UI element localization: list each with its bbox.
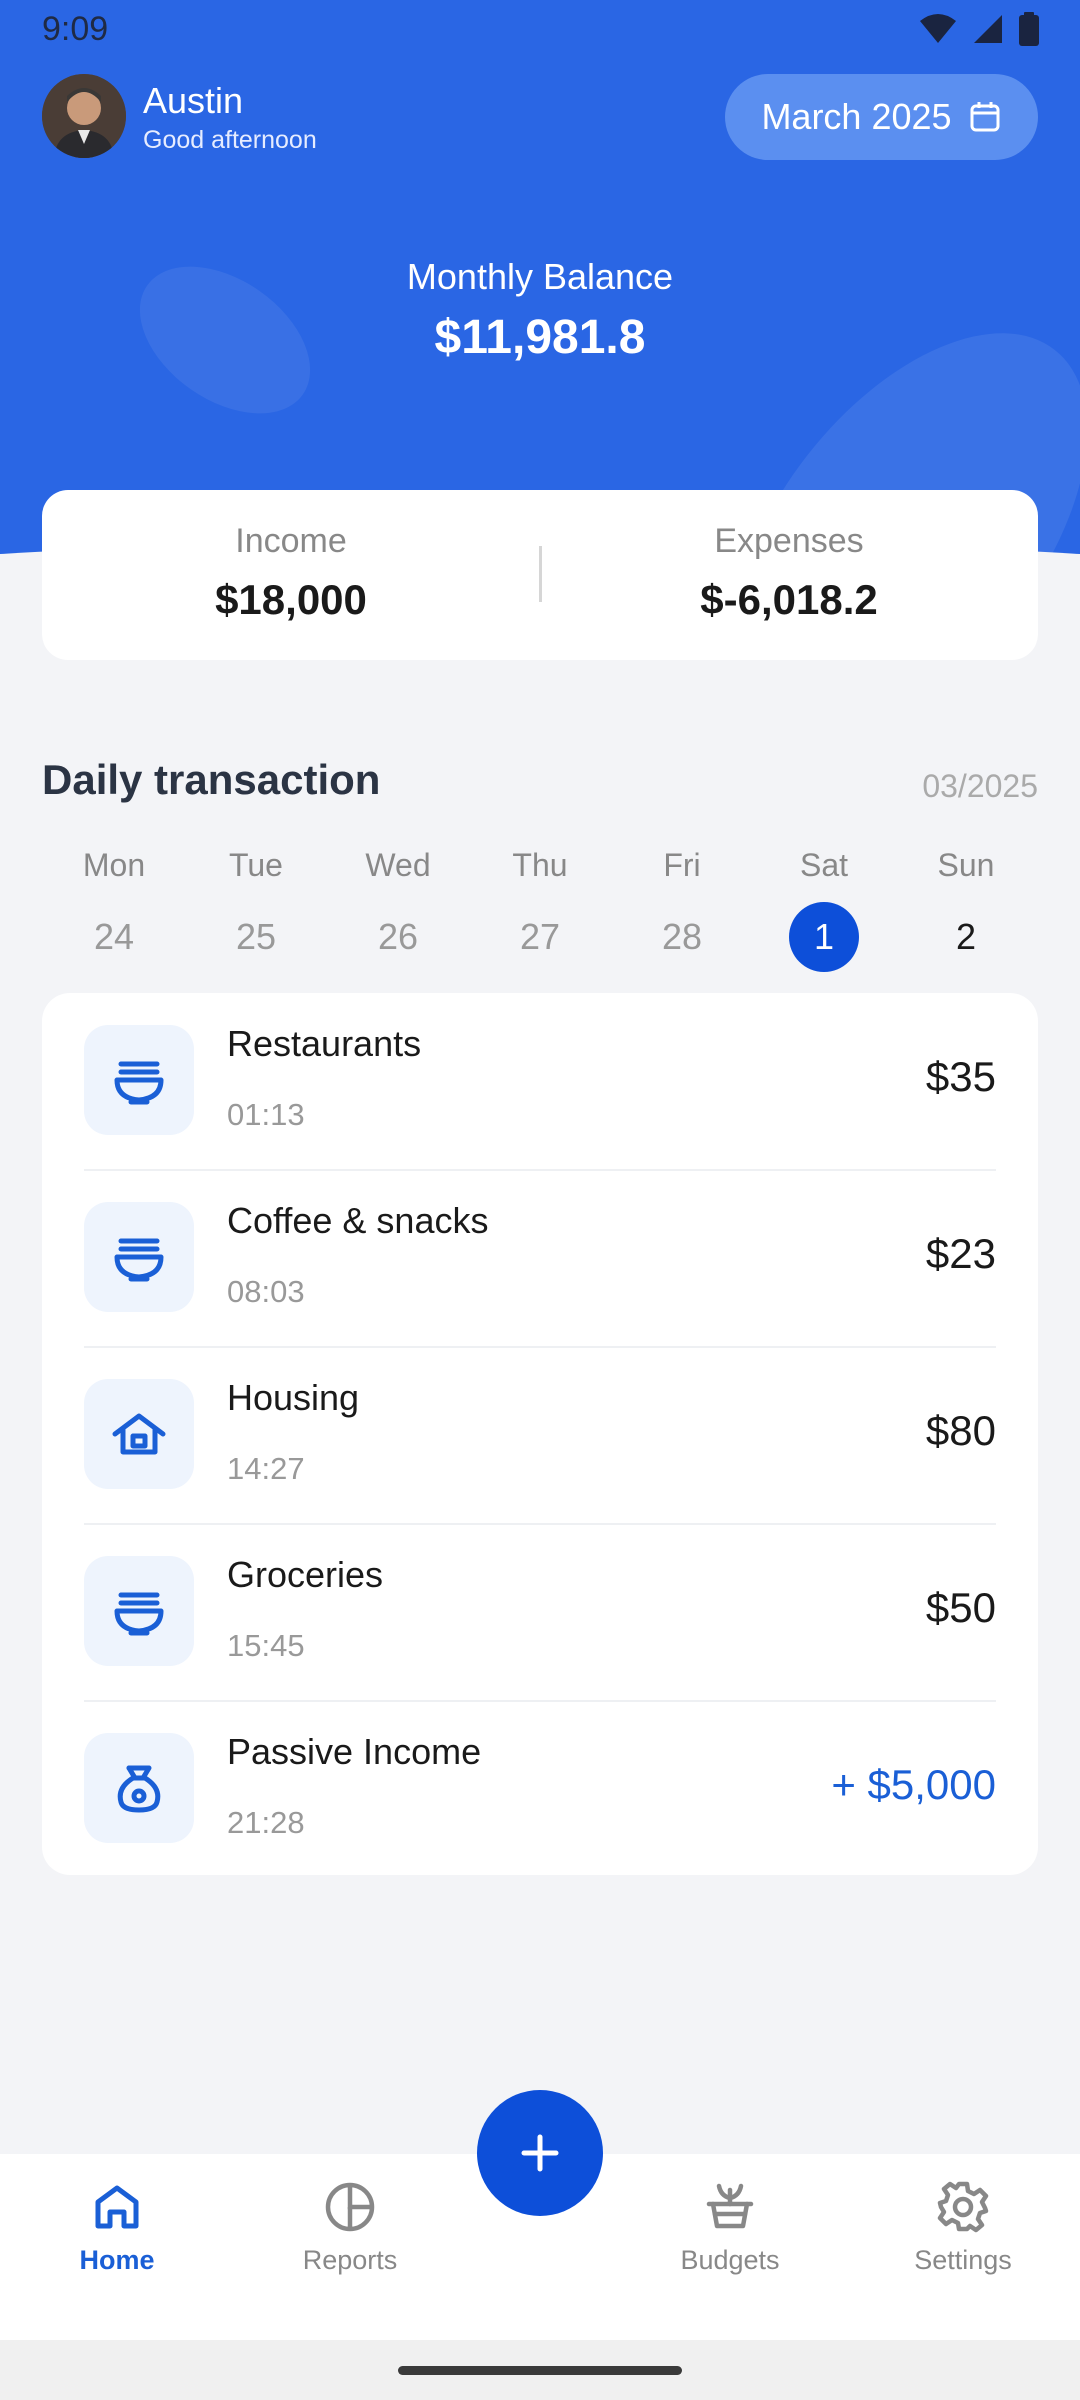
nav-label: Budgets [680, 2245, 780, 2275]
transaction-item[interactable]: Coffee & snacks 08:03 $23 [84, 1170, 996, 1347]
day-name: Wed [365, 847, 431, 883]
nav-label: Settings [914, 2245, 1012, 2275]
expenses-value: $-6,018.2 [700, 576, 878, 623]
transaction-amount: + $5,000 [831, 1761, 996, 1808]
plant-pot-icon [706, 2183, 754, 2229]
transaction-amount: $80 [925, 1407, 996, 1454]
home-icon [95, 2185, 139, 2229]
plus-icon [521, 2134, 559, 2172]
transaction-item[interactable]: Housing 14:27 $80 [84, 1347, 996, 1524]
status-time: 9:09 [42, 10, 109, 48]
day-name: Fri [663, 847, 701, 883]
section-title: Daily transaction [42, 756, 381, 803]
day-tue[interactable]: Tue 25 [196, 840, 316, 972]
expenses-label: Expenses [714, 522, 864, 560]
day-thu[interactable]: Thu 27 [480, 840, 600, 972]
wifi-icon [920, 14, 956, 43]
day-date: 25 [235, 916, 277, 957]
battery-icon [1019, 12, 1039, 46]
money-bag-icon [84, 1733, 194, 1843]
day-name: Mon [82, 847, 146, 883]
bowl-icon [84, 1556, 194, 1666]
transaction-name: Housing [227, 1377, 360, 1418]
summary-card: Income $18,000 Expenses $-6,018.2 [42, 490, 1038, 660]
balance-value: $11,981.8 [434, 311, 646, 364]
transaction-time: 14:27 [227, 1451, 305, 1486]
transaction-item[interactable]: Passive Income 21:28 + $5,000 [84, 1701, 996, 1878]
transaction-item[interactable]: Groceries 15:45 $50 [84, 1524, 996, 1701]
gear-icon [937, 2181, 989, 2233]
day-sun[interactable]: Sun 2 [906, 840, 1026, 972]
day-mon[interactable]: Mon 24 [54, 840, 174, 972]
add-transaction-button[interactable] [477, 2090, 603, 2216]
transaction-amount: $50 [925, 1584, 996, 1631]
day-name: Sat [799, 847, 849, 883]
day-fri[interactable]: Fri 28 [622, 840, 742, 972]
day-sat-selected[interactable]: Sat 1 [764, 840, 884, 972]
balance-label: Monthly Balance [406, 256, 674, 297]
transaction-amount: $35 [925, 1053, 996, 1100]
transaction-list: Restaurants 01:13 $35 Coffee & snacks 08… [42, 993, 1038, 1875]
transaction-time: 01:13 [227, 1097, 305, 1132]
day-date: 1 [789, 902, 859, 972]
income-label: Income [235, 522, 347, 560]
transaction-item[interactable]: Restaurants 01:13 $35 [84, 993, 996, 1170]
transaction-name: Coffee & snacks [227, 1200, 489, 1241]
month-selector-button[interactable]: March 2025 [725, 74, 1038, 160]
day-date: 24 [93, 916, 135, 957]
day-wed[interactable]: Wed 26 [338, 840, 458, 972]
house-icon [84, 1379, 194, 1489]
avatar[interactable] [42, 74, 126, 158]
transaction-name: Restaurants [227, 1023, 422, 1064]
greeting: Good afternoon [143, 126, 317, 154]
home-gesture-bar[interactable] [398, 2366, 682, 2375]
nav-label: Reports [302, 2245, 398, 2275]
day-name: Tue [229, 847, 283, 883]
section-period: 03/2025 [922, 768, 1038, 804]
pie-chart-icon [325, 2182, 375, 2232]
transaction-time: 08:03 [227, 1274, 305, 1309]
day-date: 2 [955, 916, 977, 957]
nav-reports[interactable]: Reports [260, 2180, 440, 2276]
status-bar: 9:09 [0, 0, 1080, 60]
transaction-time: 21:28 [227, 1805, 305, 1840]
nav-budgets[interactable]: Budgets [640, 2180, 820, 2276]
day-date: 28 [661, 916, 703, 957]
week-selector: Mon 24 Tue 25 Wed 26 Thu 27 Fri 28 Sat 1… [42, 840, 1038, 972]
user-name: Austin [143, 80, 244, 121]
transaction-amount: $23 [925, 1230, 996, 1277]
signal-icon [974, 15, 1002, 43]
status-icons [918, 12, 1040, 46]
nav-settings[interactable]: Settings [873, 2180, 1053, 2276]
nav-home[interactable]: Home [27, 2180, 207, 2276]
day-name: Sun [937, 847, 995, 883]
day-date: 27 [519, 916, 561, 957]
income-summary: Income $18,000 [42, 490, 540, 660]
calendar-icon [970, 102, 1000, 132]
bowl-icon [84, 1025, 194, 1135]
day-name: Thu [512, 847, 568, 883]
transaction-name: Passive Income [227, 1731, 482, 1772]
avatar-image [42, 74, 126, 158]
expenses-summary: Expenses $-6,018.2 [540, 490, 1038, 660]
day-date: 26 [377, 916, 419, 957]
transaction-time: 15:45 [227, 1628, 305, 1663]
month-label: March 2025 [761, 96, 952, 137]
bowl-icon [84, 1202, 194, 1312]
income-value: $18,000 [215, 576, 367, 623]
transaction-name: Groceries [227, 1554, 384, 1595]
nav-label: Home [79, 2245, 155, 2275]
